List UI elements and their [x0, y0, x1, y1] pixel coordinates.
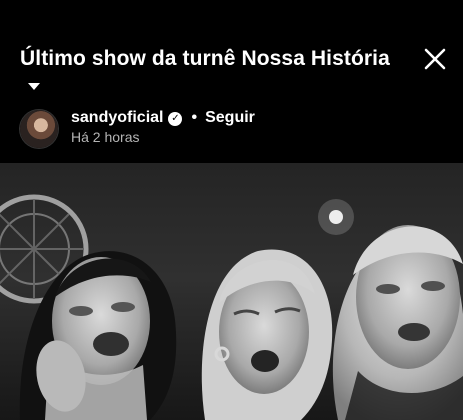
separator-dot: • — [191, 109, 198, 126]
post-media[interactable] — [0, 163, 463, 420]
owner-username[interactable]: sandyoficial — [71, 109, 163, 126]
close-icon[interactable] — [420, 44, 450, 74]
chevron-down-icon[interactable] — [28, 82, 40, 90]
post-timestamp: Há 2 horas — [71, 129, 140, 145]
follow-button[interactable]: Seguir — [205, 109, 255, 126]
concert-photo — [0, 163, 463, 420]
owner-name-row: sandyoficial ✓ • Seguir — [71, 109, 255, 127]
post-title-text: Último show da turnê Nossa História — [20, 47, 390, 70]
avatar[interactable] — [20, 110, 58, 148]
post-title[interactable]: Último show da turnê Nossa História — [20, 44, 390, 102]
verified-badge-icon: ✓ — [168, 112, 183, 126]
post-header: Último show da turnê Nossa História sand… — [0, 0, 463, 163]
post-owner-row: sandyoficial ✓ • Seguir Há 2 horas — [20, 107, 440, 151]
stage-light-glow — [318, 199, 354, 235]
